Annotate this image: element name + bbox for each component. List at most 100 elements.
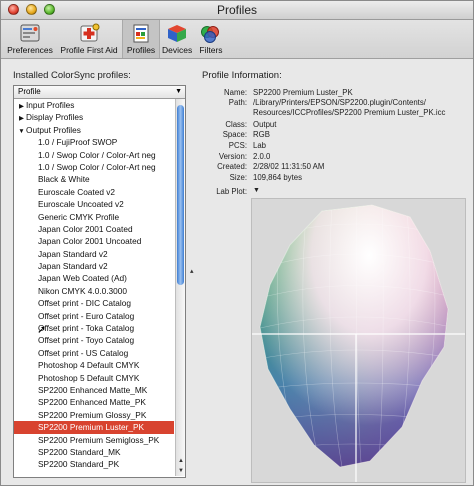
info-value: Output	[253, 120, 277, 129]
scroll-thumb[interactable]	[177, 105, 184, 285]
profile-row[interactable]: 1.0 / FujiProof SWOP	[14, 136, 174, 148]
profile-row[interactable]: Offset print - Euro Catalog	[14, 310, 174, 322]
info-label: PCS:	[228, 141, 247, 150]
profile-list[interactable]: Profile ▼ ▶ Input Profiles ▶ Display Profil…	[13, 85, 186, 478]
list-scrollbar[interactable]: ▲ ▼	[175, 99, 185, 476]
toolbar-label-devices: Devices	[162, 45, 193, 55]
profile-group-row[interactable]: ▶ Display Profiles	[14, 111, 174, 123]
profile-row[interactable]: Offset print - US Catalog	[14, 347, 174, 359]
toolbar-profiles[interactable]: Profiles	[122, 20, 160, 58]
info-value: 2/28/02 11:31:50 AM	[253, 162, 325, 171]
toolbar-filters[interactable]: Filters	[194, 20, 228, 58]
profile-row[interactable]: Black & White	[14, 173, 174, 185]
profile-row[interactable]: SP2200 Enhanced Matte_PK	[14, 396, 174, 408]
profile-row-label: Photoshop 4 Default CMYK	[38, 360, 140, 371]
profile-group-row[interactable]: ▶ Input Profiles	[14, 99, 174, 111]
profile-row[interactable]: SP2200 Enhanced Matte_MK	[14, 384, 174, 396]
profile-row[interactable]: Photoshop 4 Default CMYK	[14, 359, 174, 371]
profile-row[interactable]: SP2200 Standard_PK	[14, 458, 174, 470]
profile-row[interactable]: Japan Standard v2	[14, 248, 174, 260]
pane-splitter-icon[interactable]: ▴	[190, 267, 194, 275]
lab-plot-label: Lab Plot:	[216, 187, 247, 196]
profile-group-row[interactable]: ▼Output Profiles	[14, 124, 174, 136]
profile-row-label: Japan Color 2001 Coated	[38, 223, 133, 234]
lab-gamut-plot	[252, 204, 465, 482]
profile-row-label: 1.0 / Swop Color / Color-Art neg	[38, 149, 156, 160]
profile-row[interactable]: Photoshop 5 Default CMYK	[14, 372, 174, 384]
profile-row[interactable]: SP2200 Premium Glossy_PK	[14, 409, 174, 421]
profile-row[interactable]: Japan Color 2001 Coated	[14, 223, 174, 235]
profile-row[interactable]: Generic CMYK Profile	[14, 211, 174, 223]
profile-row[interactable]: SP2200 Premium Semigloss_PK	[14, 434, 174, 446]
profile-row-label: Offset print - Toka Catalog	[38, 323, 135, 334]
profile-row-label: Japan Color 2001 Uncoated	[38, 236, 142, 247]
profile-row-label: SP2200 Premium Glossy_PK	[38, 409, 147, 420]
info-label: Size:	[229, 173, 247, 182]
profile-popup[interactable]: Profile ▼	[14, 86, 185, 99]
profile-row[interactable]: Offset print - Toyo Catalog	[14, 334, 174, 346]
toolbar-preferences[interactable]: Preferences	[5, 20, 55, 58]
profile-row-label: 1.0 / FujiProof SWOP	[38, 137, 118, 148]
profile-row-label: Offset print - DIC Catalog	[38, 298, 131, 309]
profile-row[interactable]: Euroscale Coated v2	[14, 186, 174, 198]
profile-row[interactable]: Japan Web Coated (Ad)	[14, 272, 174, 284]
profile-row[interactable]: 1.0 / Swop Color / Color-Art neg	[14, 149, 174, 161]
profile-popup-value: Profile	[18, 87, 41, 96]
info-label: Created:	[217, 162, 247, 171]
profile-information-heading: Profile Information:	[202, 70, 282, 81]
profile-row[interactable]: SP2200 Standard_MK	[14, 446, 174, 458]
profile-row-label: Generic CMYK Profile	[38, 211, 120, 222]
profile-row-label: SP2200 Premium Semigloss_PK	[38, 434, 160, 445]
title-bar: Profiles	[1, 1, 473, 20]
profile-row-label: Japan Standard v2	[38, 261, 108, 272]
profiles-icon	[133, 24, 149, 43]
info-label: Version:	[218, 152, 247, 161]
profile-row-label: Nikon CMYK 4.0.0.3000	[38, 285, 128, 296]
info-value: Lab	[253, 141, 267, 150]
profile-row-label: SP2200 Premium Luster_PK	[38, 422, 145, 433]
window-title: Profiles	[216, 3, 257, 17]
toolbar-devices[interactable]: Devices	[162, 20, 192, 58]
profile-row[interactable]: Japan Color 2001 Uncoated	[14, 235, 174, 247]
profile-row[interactable]: Euroscale Uncoated v2	[14, 198, 174, 210]
lab-plot[interactable]	[251, 198, 466, 483]
profile-row-label: Offset print - Euro Catalog	[38, 310, 135, 321]
scroll-down-arrow-icon[interactable]: ▼	[176, 468, 186, 474]
toolbar-label-preferences: Preferences	[7, 45, 53, 55]
filters-icon	[201, 26, 219, 43]
info-value: 109,864 bytes	[253, 173, 302, 182]
profile-row-label: Euroscale Coated v2	[38, 186, 116, 197]
preferences-icon	[20, 24, 40, 42]
profile-row-label: Photoshop 5 Default CMYK	[38, 372, 140, 383]
profile-row-label: SP2200 Enhanced Matte_MK	[38, 384, 148, 395]
profile-row[interactable]: 1.0 / Swop Color / Color-Art neg	[14, 161, 174, 173]
info-value: /Library/Printers/EPSON/SP2200.plugin/Co…	[253, 98, 426, 107]
lab-plot-menu-icon[interactable]: ▼	[253, 187, 262, 196]
info-value: 2.0.0	[253, 152, 271, 161]
toolbar-profile-first-aid[interactable]: Profile First Aid	[57, 20, 121, 58]
profile-row-label: Input Profiles	[26, 100, 75, 110]
installed-profiles-heading: Installed ColorSync profiles:	[13, 70, 131, 81]
mouse-pointer-icon: ➚	[37, 324, 47, 336]
profile-row[interactable]: Offset print - DIC Catalog	[14, 297, 174, 309]
profile-row[interactable]: Japan Standard v2	[14, 260, 174, 272]
profile-row-label: Japan Web Coated (Ad)	[38, 273, 127, 284]
toolbar-label-filters: Filters	[199, 45, 223, 55]
first-aid-icon	[80, 23, 100, 42]
profile-row-label: SP2200 Standard_PK	[38, 459, 120, 470]
profile-row-label: 1.0 / Swop Color / Color-Art neg	[38, 161, 156, 172]
scroll-up-arrow-icon[interactable]: ▲	[176, 458, 186, 464]
toolbar-label-profile-first-aid: Profile First Aid	[60, 45, 118, 55]
profile-row[interactable]: SP2200 Premium Luster_PK	[14, 421, 174, 434]
profile-row-label: Black & White	[38, 174, 90, 185]
profile-rows: ▶ Input Profiles ▶ Display Profiles ▼Output …	[14, 99, 174, 471]
info-value: RGB	[253, 130, 270, 139]
profile-row-label: SP2200 Standard_MK	[38, 446, 121, 457]
profile-row-label: Display Profiles	[26, 112, 84, 123]
profile-row-label: Offset print - Toyo Catalog	[38, 335, 135, 346]
profile-row-label: Output Profiles	[26, 124, 81, 135]
profiles-window: Profiles Preferences Profile First Aid P…	[0, 0, 474, 486]
profile-row[interactable]: Nikon CMYK 4.0.0.3000	[14, 285, 174, 297]
profile-row-label: SP2200 Enhanced Matte_PK	[38, 397, 146, 408]
profile-row-label: Japan Standard v2	[38, 248, 108, 259]
